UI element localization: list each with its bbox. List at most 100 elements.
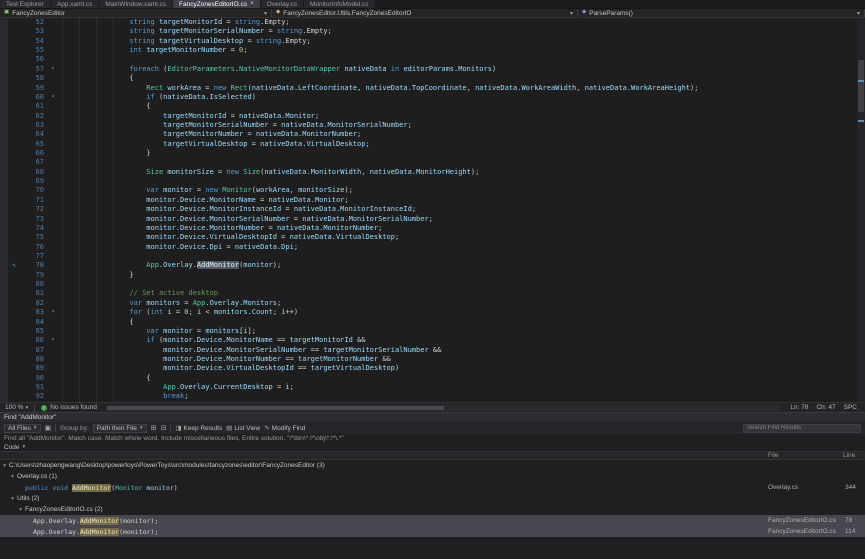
breakpoint-margin[interactable]: [0, 364, 8, 373]
vertical-scrollbar[interactable]: [857, 18, 865, 402]
code-line-91[interactable]: 91 App.Overlay.CurrentDesktop = i;: [0, 383, 857, 392]
breakpoint-margin[interactable]: [0, 215, 8, 224]
breakpoint-margin[interactable]: [0, 121, 8, 130]
code-line-77[interactable]: 77: [0, 252, 857, 261]
code-line-89[interactable]: 89 monitor.Device.VirtualDesktopId == ta…: [0, 364, 857, 373]
breakpoint-margin[interactable]: [0, 84, 8, 93]
breakpoint-margin[interactable]: [0, 196, 8, 205]
code-line-87[interactable]: 87 monitor.Device.MonitorSerialNumber ==…: [0, 346, 857, 355]
document-health-indicator[interactable]: ✓ No issues found: [41, 404, 97, 411]
code-line-79[interactable]: 79 }: [0, 271, 857, 280]
result-match-row[interactable]: public void AddMonitor(Monitor monitor)O…: [0, 482, 865, 493]
breakpoint-margin[interactable]: [0, 74, 8, 83]
code-line-57[interactable]: 57▾ foreach (EditorParameters.NativeMoni…: [0, 65, 857, 74]
breakpoint-margin[interactable]: [0, 112, 8, 121]
breakpoint-margin[interactable]: [0, 149, 8, 158]
file-column-header[interactable]: File: [768, 452, 778, 460]
breakpoint-margin[interactable]: [0, 392, 8, 401]
code-line-52[interactable]: 52 string targetMonitorId = string.Empty…: [0, 18, 857, 27]
result-group-row[interactable]: ▾Utils (2): [0, 493, 865, 504]
expand-chevron-icon[interactable]: ▾: [8, 474, 17, 480]
result-match-row[interactable]: App.Overlay.AddMonitor(monitor);FancyZon…: [0, 526, 865, 537]
code-line-69[interactable]: 69: [0, 177, 857, 186]
breakpoint-margin[interactable]: [0, 158, 8, 167]
code-line-84[interactable]: 84 {: [0, 318, 857, 327]
code-line-63[interactable]: 63 targetMonitorSerialNumber = nativeDat…: [0, 121, 857, 130]
breakpoint-margin[interactable]: [0, 271, 8, 280]
breakpoint-margin[interactable]: [0, 130, 8, 139]
code-line-92[interactable]: 92 break;: [0, 392, 857, 401]
breakpoint-margin[interactable]: [0, 205, 8, 214]
breakpoint-margin[interactable]: [0, 65, 8, 74]
result-match-row[interactable]: App.Overlay.AddMonitor(monitor);FancyZon…: [0, 515, 865, 526]
code-line-88[interactable]: 88 monitor.Device.MonitorNumber == targe…: [0, 355, 857, 364]
breakpoint-margin[interactable]: [0, 27, 8, 36]
code-line-78[interactable]: ✎78 App.Overlay.AddMonitor(monitor);: [0, 261, 857, 270]
breakpoint-margin[interactable]: [0, 46, 8, 55]
tab-app-xaml-cs[interactable]: App.xaml.cs: [51, 0, 98, 8]
save-results-icon[interactable]: ▣: [45, 424, 52, 433]
code-line-86[interactable]: 86▾ if (monitor.Device.MonitorName == ta…: [0, 336, 857, 345]
code-line-59[interactable]: 59 Rect workArea = new Rect(nativeData.L…: [0, 84, 857, 93]
result-group-row[interactable]: ▾C:\Users\zhaopengwang\Desktop\powertoys…: [0, 460, 865, 471]
breakpoint-margin[interactable]: [0, 140, 8, 149]
code-line-61[interactable]: 61 {: [0, 102, 857, 111]
code-line-65[interactable]: 65 targetVirtualDesktop = nativeData.Vir…: [0, 140, 857, 149]
breakpoint-margin[interactable]: [0, 308, 8, 317]
breakpoint-margin[interactable]: [0, 355, 8, 364]
fold-chevron-icon[interactable]: ▾: [48, 65, 58, 74]
code-line-68[interactable]: 68 Size monitorSize = new Size(nativeDat…: [0, 168, 857, 177]
horizontal-scrollbar[interactable]: [107, 405, 781, 411]
breakpoint-margin[interactable]: [0, 224, 8, 233]
breakpoint-margin[interactable]: [0, 243, 8, 252]
tab-close-icon[interactable]: ×: [250, 1, 254, 8]
code-line-67[interactable]: 67: [0, 158, 857, 167]
fold-chevron-icon[interactable]: ▾: [48, 93, 58, 102]
breakpoint-margin[interactable]: [0, 336, 8, 345]
code-line-62[interactable]: 62 targetMonitorId = nativeData.Monitor;: [0, 112, 857, 121]
expand-chevron-icon[interactable]: ▾: [0, 463, 9, 469]
keep-results-toggle[interactable]: ◨ Keep Results: [175, 424, 222, 432]
breakpoint-margin[interactable]: [0, 299, 8, 308]
type-dropdown[interactable]: ◆ FancyZonesEditor.Utils.FancyZonesEdito…: [272, 9, 578, 17]
tab-fancyzoneseditorio-cs[interactable]: FancyZonesEditorIO.cs×: [173, 0, 260, 8]
scrollbar-thumb[interactable]: [107, 406, 444, 410]
code-line-74[interactable]: 74 monitor.Device.MonitorNumber = native…: [0, 224, 857, 233]
breakpoint-margin[interactable]: [0, 168, 8, 177]
code-line-60[interactable]: 60▾ if (nativeData.IsSelected): [0, 93, 857, 102]
code-filter-dropdown[interactable]: Code ▾: [0, 443, 865, 451]
code-line-53[interactable]: 53 string targetMonitorSerialNumber = st…: [0, 27, 857, 36]
line-column-header[interactable]: Line: [843, 452, 855, 460]
breakpoint-margin[interactable]: [0, 346, 8, 355]
code-line-54[interactable]: 54 string targetVirtualDesktop = string.…: [0, 37, 857, 46]
code-line-75[interactable]: 75 monitor.Device.VirtualDesktopId = nat…: [0, 233, 857, 242]
breakpoint-margin[interactable]: [0, 55, 8, 64]
result-group-row[interactable]: ▾FancyZonesEditorIO.cs (2): [0, 504, 865, 515]
list-view-toggle[interactable]: ▤ List View: [226, 424, 260, 432]
breakpoint-margin[interactable]: [0, 18, 8, 27]
code-line-82[interactable]: 82 var monitors = App.Overlay.Monitors;: [0, 299, 857, 308]
breakpoint-margin[interactable]: [0, 261, 8, 270]
find-panel-titlebar[interactable]: Find "AddMonitor": [0, 413, 865, 422]
tab-monitorinfomodel-cs[interactable]: MonitorInfoModel.cs: [304, 0, 375, 8]
code-line-71[interactable]: 71 monitor.Device.MonitorName = nativeDa…: [0, 196, 857, 205]
group-by-dropdown[interactable]: Path then File ▾: [93, 424, 147, 433]
tab-mainwindow-xaml-cs[interactable]: MainWindow.xaml.cs: [99, 0, 172, 8]
breakpoint-margin[interactable]: [0, 318, 8, 327]
expand-chevron-icon[interactable]: ▾: [16, 507, 25, 513]
code-line-70[interactable]: 70 var monitor = new Monitor(workArea, m…: [0, 186, 857, 195]
code-editor[interactable]: 52 string targetMonitorId = string.Empty…: [0, 18, 857, 402]
code-line-72[interactable]: 72 monitor.Device.MonitorInstanceId = na…: [0, 205, 857, 214]
breakpoint-margin[interactable]: [0, 383, 8, 392]
breakpoint-margin[interactable]: [0, 327, 8, 336]
member-dropdown[interactable]: ◆ ParseParams() ▾: [578, 9, 865, 17]
breakpoint-margin[interactable]: [0, 289, 8, 298]
code-line-64[interactable]: 64 targetMonitorNumber = nativeData.Moni…: [0, 130, 857, 139]
breakpoint-margin[interactable]: [0, 252, 8, 261]
breakpoint-margin[interactable]: [0, 37, 8, 46]
expand-all-icon[interactable]: ⊞: [151, 424, 157, 433]
project-dropdown[interactable]: ▣ FancyZonesEditor ▾: [0, 9, 272, 17]
breakpoint-margin[interactable]: [0, 177, 8, 186]
tab-overlay-cs[interactable]: Overlay.cs: [261, 0, 303, 8]
zoom-control[interactable]: 100 % ▾: [5, 404, 28, 411]
